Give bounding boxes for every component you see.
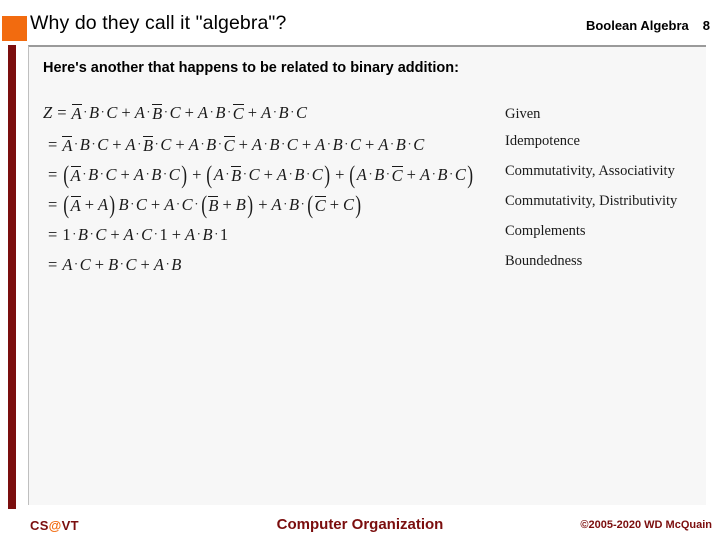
derivation-row: = A · C + B · C + A · B Boundedness (43, 253, 693, 283)
page-title: Why do they call it "algebra"? (30, 12, 287, 34)
derivation-expression: = A · C + B · C + A · B (48, 255, 182, 274)
slide-header: Why do they call it "algebra"? Boolean A… (0, 0, 720, 46)
left-accent-bar (8, 45, 16, 509)
equals-sign: = (57, 103, 67, 122)
derivation-reason: Commutativity, Distributivity (505, 193, 678, 209)
derivation-expression: Z = A · B · C + A · B · C + A · B · C + A · B · C (43, 103, 307, 123)
derivation-expression: =(A + A) B · C + A · C ·(B + B) + A · B ·(C + C) (48, 192, 362, 219)
derivation-expression: = 1 · B · C + A · C · 1 + A · B · 1 (48, 225, 229, 244)
derivation-expression: =(A · B · C + A · B · C) +(A · B · C + A · B · C) +(A · B · C + A · B ·… (48, 162, 473, 189)
derivation-reason: Commutativity, Associativity (505, 163, 675, 179)
derivation-reason: Complements (505, 223, 586, 239)
derivation-row: = A · B · C + A · B · C + A · B · C + A · B · C + A · B · C + A · B · C Ide… (43, 133, 693, 163)
intro-text: Here's another that happens to be relate… (43, 60, 459, 76)
equals-sign: = (48, 165, 58, 184)
equals-sign: = (48, 135, 58, 154)
header-topic-label: Boolean Algebra (585, 18, 689, 33)
derivation-row: Z = A · B · C + A · B · C + A · B · C + A · B · C Given (43, 103, 693, 133)
equals-sign: = (48, 255, 58, 274)
slide-footer: CS@VT Computer Organization ©2005-2020 W… (0, 505, 720, 540)
derivation-row: =(A + A) B · C + A · C ·(B + B) + A · B ·(C + C) Commutativ… (43, 193, 693, 223)
derivation-block: Z = A · B · C + A · B · C + A · B · C + A · B · C Given = A · B · C + A… (43, 103, 693, 283)
derivation-row: =(A · B · C + A · B · C) +(A · B · C + A · B · C) +(A · B · C + A · B ·… (43, 163, 693, 193)
footer-copyright: ©2005-2020 WD McQuain (580, 519, 712, 531)
equation-lhs: Z (43, 103, 53, 122)
title-bullet-square (2, 16, 27, 41)
derivation-reason: Given (505, 106, 541, 122)
equals-sign: = (48, 225, 58, 244)
content-panel: Here's another that happens to be relate… (28, 45, 706, 505)
derivation-reason: Boundedness (505, 253, 583, 269)
equals-sign: = (48, 195, 58, 214)
derivation-reason: Idempotence (505, 133, 580, 149)
derivation-row: = 1 · B · C + A · C · 1 + A · B · 1 Complements (43, 223, 693, 253)
derivation-expression: = A · B · C + A · B · C + A · B · C + A · B · C + A · B · C + A · B · C (48, 135, 425, 155)
slide-number: 8 (702, 18, 710, 33)
header-meta: Boolean Algebra 8 (586, 18, 710, 33)
